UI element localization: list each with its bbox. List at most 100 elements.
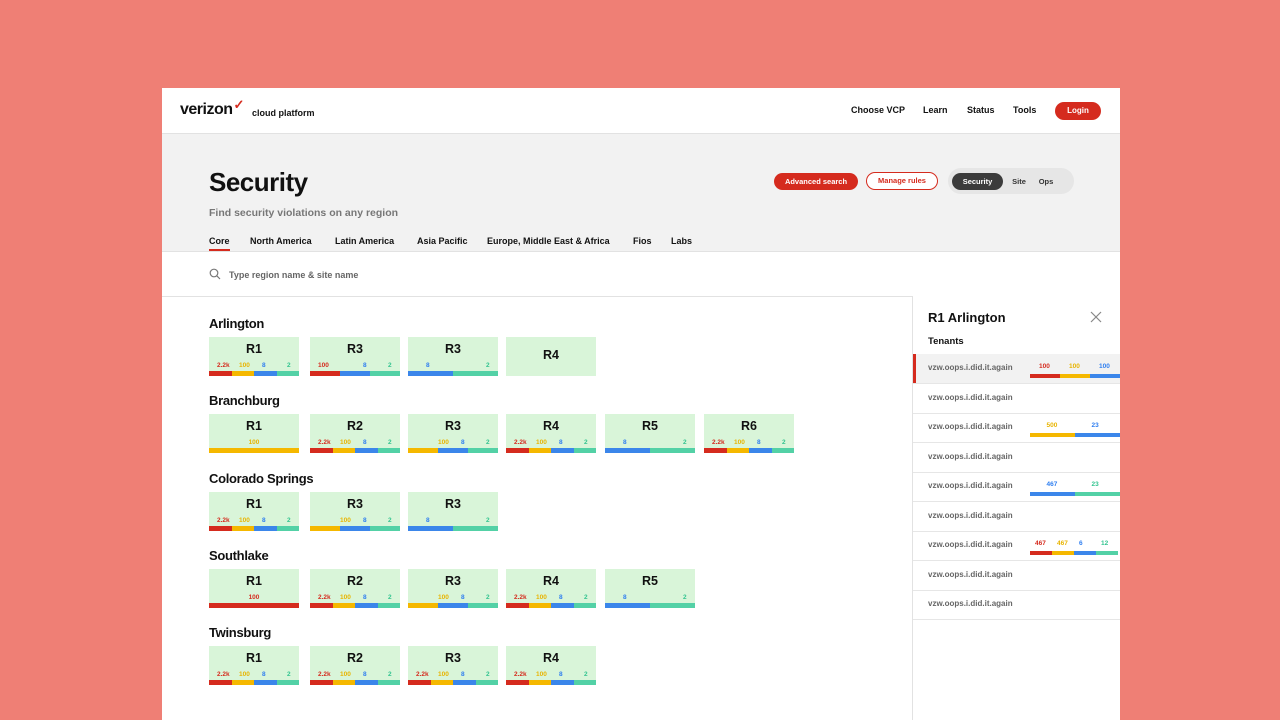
region-card[interactable]: R4 2.2k 100 8 2 xyxy=(506,569,596,608)
violation-counts: 2.2k 100 8 2 xyxy=(704,439,794,447)
verizon-logo[interactable]: verizon✓ xyxy=(180,97,244,119)
violation-bar xyxy=(506,680,596,685)
violation-counts: 2.2k 100 8 2 xyxy=(310,594,400,602)
region-card[interactable]: R4 2.2k 100 8 2 xyxy=(506,646,596,685)
count-yellow: 100 xyxy=(536,439,547,446)
tenant-name: vzw.oops.i.did.it.again xyxy=(928,363,1013,372)
region-card[interactable]: R4 xyxy=(506,337,596,376)
bar-segment-red xyxy=(209,680,232,685)
nav-status[interactable]: Status xyxy=(967,105,995,115)
login-button[interactable]: Login xyxy=(1055,102,1101,120)
nav-choose-vcp[interactable]: Choose VCP xyxy=(851,105,905,115)
violation-bar xyxy=(310,526,400,531)
bar-segment-yellow xyxy=(231,526,254,531)
tenant-row[interactable]: vzw.oops.i.did.it.again 467 467 6 12 xyxy=(913,531,1120,561)
count-green: 2 xyxy=(388,439,392,446)
region-label: R5 xyxy=(642,574,658,588)
tenant-count-yellow: 100 xyxy=(1069,363,1080,370)
tenant-bar-segment-yellow xyxy=(1030,433,1075,437)
tenant-row[interactable]: vzw.oops.i.did.it.again 467 23 xyxy=(913,472,1120,502)
tab-asia-pacific[interactable]: Asia Pacific xyxy=(417,236,468,246)
region-label: R4 xyxy=(543,419,559,433)
region-card[interactable]: R3 2.2k 100 8 2 xyxy=(408,646,498,685)
tenant-row[interactable]: vzw.oops.i.did.it.again xyxy=(913,502,1120,532)
tab-fios[interactable]: Fios xyxy=(633,236,652,246)
count-green: 2 xyxy=(486,362,490,369)
violation-counts: 82 xyxy=(605,439,695,447)
search-input[interactable] xyxy=(227,265,631,285)
region-card[interactable]: R5 8 2 xyxy=(605,414,695,453)
region-label: R4 xyxy=(543,651,559,665)
count-green: 2 xyxy=(486,671,490,678)
tab-emea[interactable]: Europe, Middle East & Africa xyxy=(487,236,610,246)
violation-counts: 2.2k 100 8 2 xyxy=(506,594,596,602)
bar-segment-yellow xyxy=(408,448,438,453)
region-card[interactable]: R1 2.2k 100 8 2 xyxy=(209,337,299,376)
tenant-row[interactable]: vzw.oops.i.did.it.again 500 23 xyxy=(913,413,1120,443)
tenant-bar xyxy=(1030,551,1118,555)
region-card[interactable]: R3 100 8 2 xyxy=(310,492,400,531)
violation-bar xyxy=(605,448,695,453)
tenant-row[interactable]: vzw.oops.i.did.it.again 100 100 100 xyxy=(913,354,1120,384)
count-blue: 8 xyxy=(262,517,266,524)
region-card[interactable]: R3 100 8 2 xyxy=(408,569,498,608)
tenant-row[interactable]: vzw.oops.i.did.it.again xyxy=(913,590,1120,620)
region-card[interactable]: R4 2.2k 100 8 2 xyxy=(506,414,596,453)
close-icon[interactable] xyxy=(1090,311,1102,323)
region-card[interactable]: R2 2.2k 100 8 2 xyxy=(310,414,400,453)
region-card[interactable]: R6 2.2k 100 8 2 xyxy=(704,414,794,453)
bar-segment-green xyxy=(276,371,299,376)
tab-core[interactable]: Core xyxy=(209,236,230,246)
tab-latin-america[interactable]: Latin America xyxy=(335,236,394,246)
bar-segment-yellow xyxy=(231,371,254,376)
region-card[interactable]: R3 8 2 xyxy=(408,337,498,376)
segment-ops[interactable]: Ops xyxy=(1035,173,1057,190)
region-card[interactable]: R3 100 8 2 xyxy=(310,337,400,376)
region-card[interactable]: R1 100 xyxy=(209,569,299,608)
region-card[interactable]: R1 2.2k 100 8 2 xyxy=(209,646,299,685)
segment-site[interactable]: Site xyxy=(1006,173,1032,190)
region-card[interactable]: R2 2.2k 100 8 2 xyxy=(310,569,400,608)
tenant-count-red: 467 xyxy=(1035,540,1046,547)
count-green: 2 xyxy=(388,594,392,601)
count-yellow: 100 xyxy=(438,594,449,601)
segment-security[interactable]: Security xyxy=(952,173,1003,190)
count-red: 2.2k xyxy=(416,671,429,678)
region-card[interactable]: R2 2.2k 100 8 2 xyxy=(310,646,400,685)
tenant-row[interactable]: vzw.oops.i.did.it.again xyxy=(913,384,1120,414)
violation-counts: 2.2k 100 8 2 xyxy=(310,671,400,679)
bar-segment-blue xyxy=(605,448,650,453)
region-label: R3 xyxy=(445,342,461,356)
count-green: 2 xyxy=(287,362,291,369)
nav-tools[interactable]: Tools xyxy=(1013,105,1036,115)
count-green: 2 xyxy=(287,517,291,524)
tab-north-america[interactable]: North America xyxy=(250,236,312,246)
count-red: 2.2k xyxy=(217,517,230,524)
nav-learn[interactable]: Learn xyxy=(923,105,948,115)
violation-bar xyxy=(506,603,596,608)
bar-segment-green xyxy=(377,680,400,685)
count-yellow: 100 xyxy=(239,362,250,369)
manage-rules-button[interactable]: Manage rules xyxy=(866,172,938,190)
region-card[interactable]: R1 100 xyxy=(209,414,299,453)
region-card[interactable]: R1 2.2k 100 8 2 xyxy=(209,492,299,531)
page-header: Security Find security violations on any… xyxy=(162,134,1120,251)
bar-segment-blue xyxy=(408,526,453,531)
count-blue: 8 xyxy=(559,439,563,446)
brand-name: verizon xyxy=(180,101,233,118)
count-yellow: 100 xyxy=(734,439,745,446)
region-card[interactable]: R5 8 2 xyxy=(605,569,695,608)
count-green: 2 xyxy=(683,594,687,601)
count-green: 2 xyxy=(388,362,392,369)
tenant-row[interactable]: vzw.oops.i.did.it.again xyxy=(913,443,1120,473)
bar-segment-green xyxy=(573,448,596,453)
violation-counts: 100 xyxy=(209,439,299,447)
advanced-search-button[interactable]: Advanced search xyxy=(774,173,858,190)
region-label: R2 xyxy=(347,651,363,665)
region-card[interactable]: R3 100 8 2 xyxy=(408,414,498,453)
tab-labs[interactable]: Labs xyxy=(671,236,692,246)
tenant-count-blue: 467 xyxy=(1046,481,1058,488)
count-yellow: 100 xyxy=(438,671,449,678)
tenant-row[interactable]: vzw.oops.i.did.it.again xyxy=(913,561,1120,591)
region-card[interactable]: R3 8 2 xyxy=(408,492,498,531)
